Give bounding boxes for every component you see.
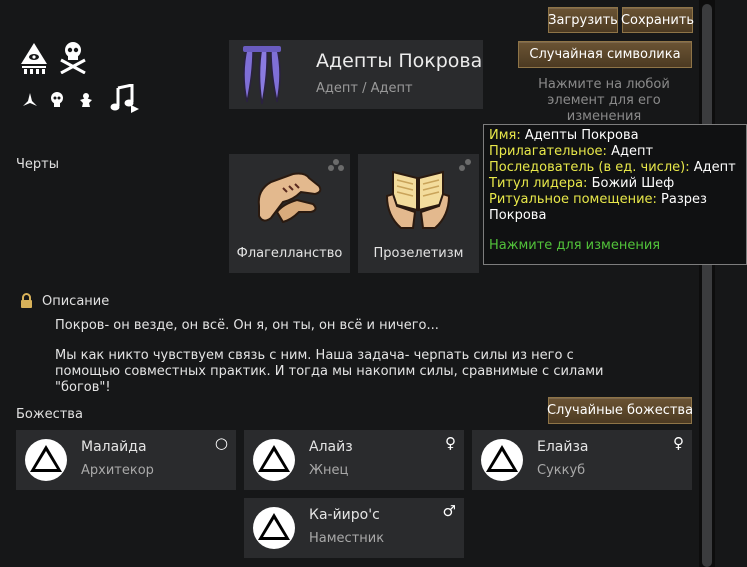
deity-triangle-icon (481, 439, 523, 481)
claw-icon (243, 44, 281, 105)
load-button[interactable]: Загрузить (548, 7, 618, 33)
style-icons (18, 40, 140, 120)
description-paragraph: Покров- он везде, он всё. Он я, он ты, о… (55, 318, 439, 333)
deity-card[interactable]: Алайз Жнец ♀ (244, 430, 464, 490)
edit-hint: Нажмите на любой элемент для его изменен… (538, 77, 670, 124)
pyramid-eye-icon[interactable] (20, 42, 48, 74)
meme-label: Прозелетизм (373, 246, 464, 261)
deity-card[interactable]: Елайза Суккуб ♀ (472, 430, 692, 490)
deity-title: Жнец (309, 463, 349, 478)
deity-name: Елайза (537, 439, 589, 455)
tooltip-key: Имя: (489, 128, 521, 143)
figure-icon[interactable] (78, 92, 94, 108)
tooltip-hint: Нажмите для изменения (489, 238, 661, 253)
gender-female-icon: ♀ (445, 434, 456, 452)
tooltip-row: Имя: Адепты Покрова (489, 128, 741, 144)
deity-name: Ка-йиро'с (309, 507, 380, 523)
deity-name: Малайда (81, 439, 147, 455)
deity-card[interactable]: Ка-йиро'с Наместник ♂ (244, 498, 464, 558)
description-paragraph: Мы как никто чувствуем связь с ним. Наша… (55, 348, 604, 395)
ideo-name-tooltip: Имя: Адепты Покрова Прилагательное: Адеп… (483, 124, 747, 265)
tripod-icon[interactable] (22, 92, 38, 108)
tooltip-key: Прилагательное: (489, 144, 607, 159)
meme-card-proselytism[interactable]: Прозелетизм (358, 154, 479, 273)
random-symbols-button[interactable]: Случайная символика (518, 41, 692, 68)
music-note-icon[interactable] (110, 84, 140, 114)
tooltip-key: Последователь (в ед. числе): (489, 160, 690, 175)
deity-title: Суккуб (537, 463, 586, 478)
tooltip-key: Ритуальное помещение: (489, 192, 657, 207)
deity-title: Архитекор (81, 463, 154, 478)
memes-label: Черты (16, 157, 59, 172)
deity-card[interactable]: Малайда Архитекор ○ (16, 430, 236, 490)
small-skull-icon[interactable] (50, 92, 64, 108)
description-label: Описание (42, 294, 110, 309)
deities-label: Божества (16, 407, 83, 422)
deity-title: Наместник (309, 531, 385, 546)
tooltip-row: Титул лидера: Божий Шеф (489, 176, 741, 192)
gender-male-icon: ♂ (442, 502, 456, 520)
ideo-subtitle: Адепт / Адепт (316, 81, 413, 96)
meme-label: Флагелланство (236, 246, 343, 261)
book-hands-icon (385, 170, 451, 229)
tooltip-row: Последователь (в ед. числе): Адепт (489, 160, 741, 176)
meme-options-dots-icon[interactable] (456, 158, 474, 172)
tooltip-value: Адепты Покрова (524, 128, 639, 143)
lock-icon[interactable] (20, 293, 33, 308)
tooltip-row: Прилагательное: Адепт (489, 144, 741, 160)
skull-crossbones-icon[interactable] (58, 40, 88, 74)
scrollbar-thumb[interactable] (702, 4, 712, 567)
deity-name: Алайз (309, 439, 353, 455)
description-text[interactable]: Покров- он везде, он всё. Он я, он ты, о… (55, 318, 635, 396)
tooltip-row: Ритуальное помещение: Разрез Покрова (489, 192, 741, 224)
tooltip-value: Божий Шеф (591, 176, 675, 191)
vertical-scrollbar[interactable] (699, 0, 715, 567)
tooltip-value: Адепт (693, 160, 736, 175)
gender-female-icon: ♀ (673, 434, 684, 452)
deity-triangle-icon (253, 439, 295, 481)
save-button[interactable]: Сохранить (621, 7, 694, 33)
flagellation-hands-icon (257, 172, 322, 224)
random-deities-button[interactable]: Случайные божества (547, 397, 693, 424)
gender-none-icon: ○ (214, 434, 228, 452)
tooltip-key: Титул лидера: (489, 176, 588, 191)
meme-card-flagellation[interactable]: Флагелланство (229, 154, 350, 273)
ideo-name: Адепты Покрова (316, 50, 483, 72)
meme-options-dots-icon[interactable] (327, 158, 345, 172)
deity-triangle-icon (253, 507, 295, 549)
deity-triangle-icon (25, 439, 67, 481)
tooltip-value: Адепт (611, 144, 654, 159)
ideo-name-panel[interactable]: Адепты Покрова Адепт / Адепт (229, 40, 483, 109)
